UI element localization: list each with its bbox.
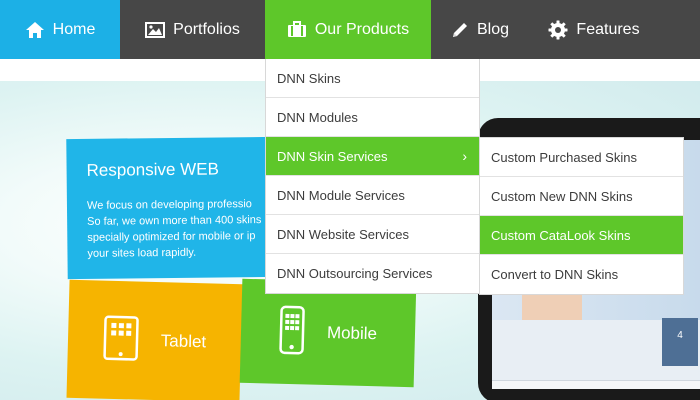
nav-item-portfolios[interactable]: Portfolios xyxy=(120,0,265,59)
mobile-tile[interactable]: Mobile xyxy=(239,278,417,388)
nav-item-home[interactable]: Home xyxy=(0,0,120,59)
home-icon xyxy=(25,21,45,39)
main-navigation: Home Portfolios Our Products Blog Featur… xyxy=(0,0,700,59)
our-products-dropdown: DNN Skins DNN Modules DNN Skin Services … xyxy=(265,59,480,294)
menu-item-label: DNN Skin Services xyxy=(277,148,388,164)
responsive-web-line: We focus on developing professio xyxy=(86,198,252,212)
submenu-item-custom-new-dnn-skins[interactable]: Custom New DNN Skins xyxy=(480,177,683,216)
mobile-icon xyxy=(278,304,305,360)
submenu-item-label: Custom Purchased Skins xyxy=(491,149,637,165)
responsive-web-text: We focus on developing professio So far,… xyxy=(86,196,262,262)
menu-item-label: DNN Outsourcing Services xyxy=(277,266,433,281)
menu-item-dnn-modules[interactable]: DNN Modules xyxy=(266,98,479,137)
nav-item-blog[interactable]: Blog xyxy=(431,0,529,59)
submenu-item-custom-purchased-skins[interactable]: Custom Purchased Skins xyxy=(480,138,683,177)
menu-item-dnn-skin-services[interactable]: DNN Skin Services › xyxy=(266,137,479,176)
nav-label-features: Features xyxy=(576,20,640,38)
nav-label-blog: Blog xyxy=(476,20,510,38)
skin-services-submenu: Custom Purchased Skins Custom New DNN Sk… xyxy=(479,137,684,295)
nav-label-our-products: Our Products xyxy=(314,20,410,38)
menu-item-label: DNN Skins xyxy=(277,70,341,86)
responsive-web-title: Responsive WEB xyxy=(86,159,219,180)
menu-item-label: DNN Module Services xyxy=(277,187,405,203)
responsive-web-line: specially optimized for mobile or ip xyxy=(87,230,256,244)
menu-item-label: DNN Website Services xyxy=(277,226,409,242)
nav-item-features[interactable]: Features xyxy=(529,0,659,59)
image-icon xyxy=(145,21,166,38)
responsive-web-line: So far, we own more than 400 skins xyxy=(87,214,262,228)
mobile-label: Mobile xyxy=(326,322,378,344)
nav-label-home: Home xyxy=(52,20,96,38)
gear-icon xyxy=(548,20,568,40)
pencil-icon xyxy=(451,21,469,39)
responsive-web-tile[interactable]: Responsive WEB We focus on developing pr… xyxy=(66,136,273,280)
tablet-icon xyxy=(102,314,139,366)
menu-item-dnn-skins[interactable]: DNN Skins xyxy=(266,59,479,98)
submenu-item-label: Custom CataLook Skins xyxy=(491,227,631,243)
device-screen-footer xyxy=(492,380,700,389)
menu-item-dnn-module-services[interactable]: DNN Module Services xyxy=(266,176,479,215)
menu-item-label: DNN Modules xyxy=(277,109,358,125)
tablet-tile[interactable]: Tablet xyxy=(66,279,243,400)
chevron-right-icon: › xyxy=(462,148,467,164)
submenu-item-custom-catalook-skins[interactable]: Custom CataLook Skins xyxy=(480,216,683,255)
menu-item-dnn-outsourcing-services[interactable]: DNN Outsourcing Services xyxy=(266,254,479,293)
nav-label-portfolios: Portfolios xyxy=(173,20,240,38)
responsive-web-line: your sites load rapidly. xyxy=(87,246,197,260)
submenu-item-label: Convert to DNN Skins xyxy=(491,267,619,282)
submenu-item-convert-to-dnn-skins[interactable]: Convert to DNN Skins xyxy=(480,255,683,294)
submenu-item-label: Custom New DNN Skins xyxy=(491,188,633,204)
briefcase-icon xyxy=(287,21,307,38)
tablet-label: Tablet xyxy=(160,331,207,352)
nav-item-our-products[interactable]: Our Products xyxy=(265,0,431,59)
device-screen-badge: 4 xyxy=(662,318,698,366)
menu-item-dnn-website-services[interactable]: DNN Website Services xyxy=(266,215,479,254)
